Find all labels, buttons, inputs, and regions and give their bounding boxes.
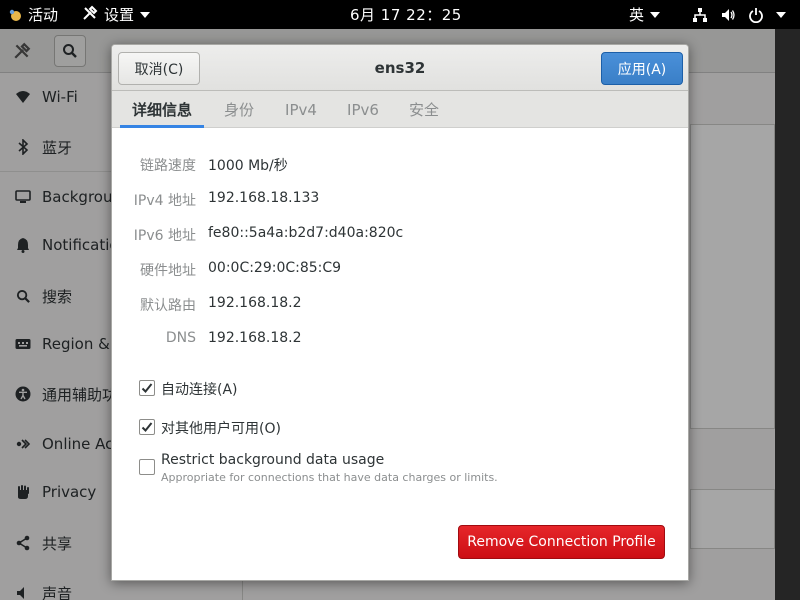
all-users-label: 对其他用户可用(O)	[161, 421, 281, 437]
detail-value: 1000 Mb/秒	[208, 158, 288, 174]
tab-security[interactable]: 安全	[399, 91, 449, 128]
remove-connection-button[interactable]: Remove Connection Profile	[458, 525, 665, 559]
checkbox-box[interactable]	[139, 419, 155, 435]
tab-ipv4[interactable]: IPv4	[276, 91, 326, 128]
detail-label: 默认路由	[140, 298, 196, 314]
system-menu[interactable]	[692, 0, 798, 29]
tab-identity[interactable]: 身份	[214, 91, 264, 128]
detail-value: 192.168.18.2	[208, 295, 302, 311]
restrict-data-text: Restrict background data usage Appropria…	[161, 452, 498, 484]
detail-row-dns: DNS 192.168.18.2	[112, 330, 688, 350]
auto-connect-checkbox[interactable]: 自动连接(A)	[139, 379, 238, 399]
input-method-label: 英	[629, 6, 645, 24]
top-bar: 活动 设置 6月 17 22：25 英	[0, 0, 800, 29]
detail-row-default-route: 默认路由 192.168.18.2	[112, 295, 688, 315]
power-icon	[748, 7, 764, 23]
gnome-foot-icon	[9, 9, 21, 21]
detail-value: 192.168.18.133	[208, 190, 320, 206]
checkmark-icon	[141, 383, 153, 393]
activities-label: 活动	[28, 6, 59, 24]
auto-connect-label: 自动连接(A)	[161, 382, 238, 398]
checkbox-box[interactable]	[139, 380, 155, 396]
details-panel: 链路速度 1000 Mb/秒 IPv4 地址 192.168.18.133 IP…	[112, 128, 688, 580]
activities-button[interactable]: 活动	[8, 0, 58, 29]
input-method-menu[interactable]: 英	[629, 0, 661, 29]
detail-row-ipv6: IPv6 地址 fe80::5a4a:b2d7:d40a:820c	[112, 225, 688, 245]
tab-ipv6[interactable]: IPv6	[338, 91, 388, 128]
tab-details[interactable]: 详细信息	[120, 91, 204, 128]
detail-label: DNS	[165, 330, 196, 346]
detail-value: 192.168.18.2	[208, 330, 302, 346]
detail-label: IPv4 地址	[133, 193, 196, 209]
app-menu-label: 设置	[104, 6, 135, 24]
apply-button[interactable]: 应用(A)	[601, 52, 683, 85]
tools-icon	[82, 5, 98, 25]
volume-icon	[720, 7, 736, 23]
checkbox-box[interactable]	[139, 459, 155, 475]
clock[interactable]: 6月 17 22：25	[350, 0, 462, 29]
tab-bar: 详细信息 身份 IPv4 IPv6 安全	[112, 91, 688, 128]
all-users-checkbox[interactable]: 对其他用户可用(O)	[139, 418, 281, 438]
detail-value: 00:0C:29:0C:85:C9	[208, 260, 342, 276]
chevron-down-icon	[650, 11, 661, 18]
detail-row-ipv4: IPv4 地址 192.168.18.133	[112, 190, 688, 210]
detail-label: IPv6 地址	[133, 228, 196, 244]
checkmark-icon	[141, 422, 153, 432]
app-menu[interactable]: 设置	[82, 0, 151, 29]
detail-row-link-speed: 链路速度 1000 Mb/秒	[112, 155, 688, 175]
chevron-down-icon	[776, 11, 786, 18]
network-wired-icon	[692, 7, 708, 23]
chevron-down-icon	[140, 11, 151, 18]
restrict-data-checkbox[interactable]: Restrict background data usage Appropria…	[139, 452, 498, 484]
connection-dialog: 取消(C) ens32 应用(A) 详细信息 身份 IPv4 IPv6 安全 链…	[111, 44, 689, 581]
detail-row-hardware-address: 硬件地址 00:0C:29:0C:85:C9	[112, 260, 688, 280]
detail-value: fe80::5a4a:b2d7:d40a:820c	[208, 225, 404, 241]
dialog-header: 取消(C) ens32 应用(A)	[112, 45, 688, 91]
detail-label: 链路速度	[140, 158, 196, 174]
restrict-data-description: Appropriate for connections that have da…	[161, 471, 498, 484]
restrict-data-label: Restrict background data usage	[161, 452, 385, 468]
detail-label: 硬件地址	[140, 263, 196, 279]
